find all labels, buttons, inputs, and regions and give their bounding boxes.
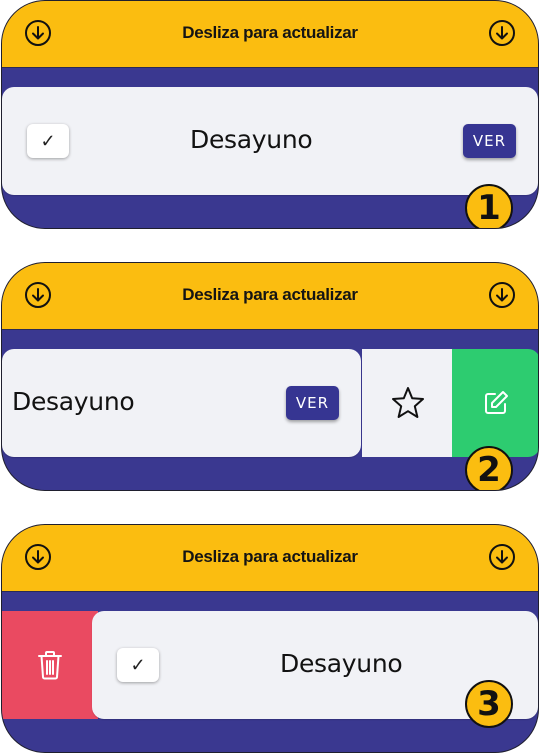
check-icon: ✓ bbox=[40, 130, 56, 151]
panel-3: Desliza para actualizar ✓ Desayuno 3 bbox=[1, 524, 539, 753]
item-label: Desayuno bbox=[280, 649, 403, 678]
item-checkbox[interactable]: ✓ bbox=[117, 648, 159, 682]
step-badge: 3 bbox=[465, 680, 513, 728]
item-label: Desayuno bbox=[190, 125, 313, 154]
pull-to-refresh-header[interactable]: Desliza para actualizar bbox=[2, 525, 538, 592]
list-item[interactable]: ✓ Desayuno VER bbox=[2, 87, 538, 195]
view-button[interactable]: VER bbox=[463, 124, 516, 158]
panel-2: Desliza para actualizar Desayuno VER 2 bbox=[1, 262, 539, 491]
panel-1: Desliza para actualizar ✓ Desayuno VER 1 bbox=[1, 0, 539, 229]
header-title: Desliza para actualizar bbox=[182, 23, 358, 42]
star-icon bbox=[392, 387, 424, 418]
edit-icon bbox=[485, 391, 508, 414]
trash-icon bbox=[38, 651, 62, 680]
pull-to-refresh-header[interactable]: Desliza para actualizar bbox=[2, 263, 538, 330]
edit-action[interactable] bbox=[452, 349, 538, 457]
item-checkbox[interactable]: ✓ bbox=[27, 124, 69, 158]
view-button[interactable]: VER bbox=[286, 386, 339, 420]
header-title: Desliza para actualizar bbox=[182, 285, 358, 304]
check-icon: ✓ bbox=[130, 654, 146, 675]
item-label: Desayuno bbox=[12, 387, 135, 416]
arrow-down-circle-icon bbox=[489, 20, 515, 46]
favorite-action[interactable] bbox=[362, 349, 454, 457]
step-badge: 1 bbox=[465, 184, 513, 228]
list-item-swiped-left[interactable]: Desayuno VER bbox=[2, 349, 361, 457]
arrow-down-circle-icon bbox=[489, 282, 515, 308]
header-title: Desliza para actualizar bbox=[182, 547, 358, 566]
pull-to-refresh-header[interactable]: Desliza para actualizar bbox=[2, 1, 538, 68]
step-badge: 2 bbox=[465, 446, 513, 490]
arrow-down-circle-icon bbox=[489, 544, 515, 570]
delete-action[interactable] bbox=[2, 611, 98, 719]
